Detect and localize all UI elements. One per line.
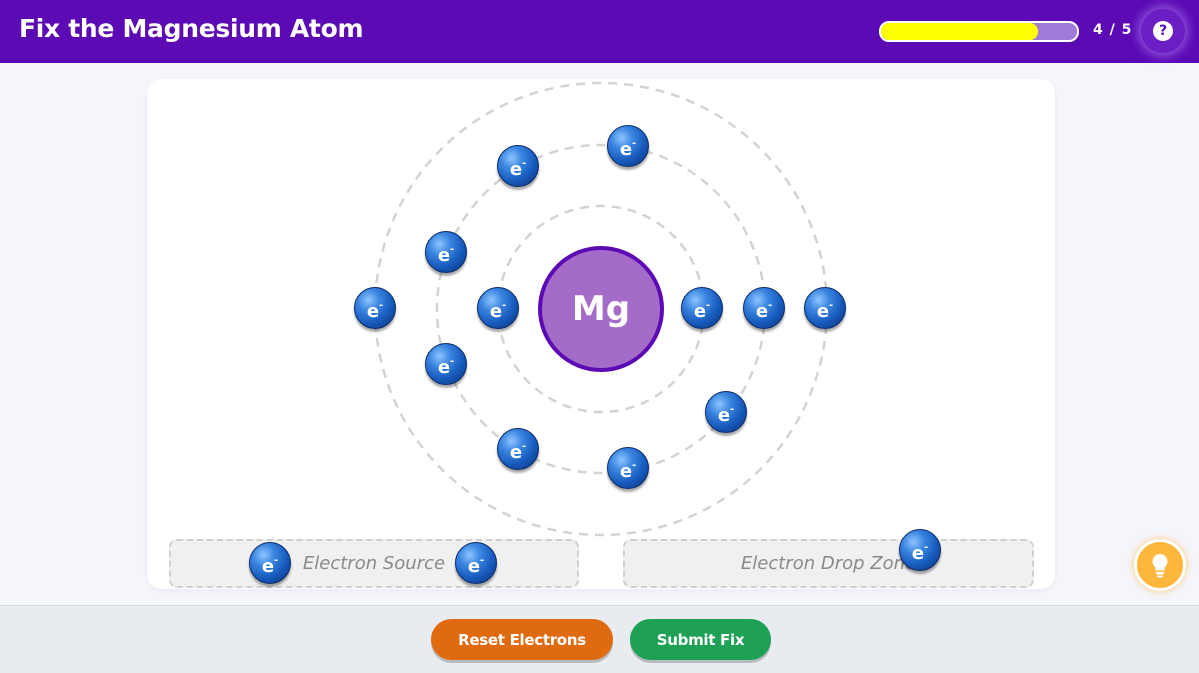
electron[interactable]: e- xyxy=(743,287,785,329)
electron[interactable]: e- xyxy=(607,447,649,489)
electron[interactable]: e- xyxy=(354,287,396,329)
electron[interactable]: e- xyxy=(607,125,649,167)
electron-drop-label: Electron Drop Zone xyxy=(740,553,917,574)
electron[interactable]: e- xyxy=(899,529,941,571)
electron-source-zone[interactable]: Electron Source xyxy=(169,539,579,588)
electron[interactable]: e- xyxy=(455,542,497,584)
electron[interactable]: e- xyxy=(705,391,747,433)
electron[interactable]: e- xyxy=(497,428,539,470)
nucleus: Mg xyxy=(538,246,664,372)
electron[interactable]: e- xyxy=(249,542,291,584)
submit-fix-button[interactable]: Submit Fix xyxy=(630,619,771,660)
electron-drop-zone[interactable]: Electron Drop Zone xyxy=(623,539,1034,588)
electron[interactable]: e- xyxy=(497,145,539,187)
electron[interactable]: e- xyxy=(681,287,723,329)
electron[interactable]: e- xyxy=(804,287,846,329)
electron[interactable]: e- xyxy=(425,343,467,385)
electron[interactable]: e- xyxy=(425,231,467,273)
hint-button[interactable] xyxy=(1134,539,1186,591)
electron[interactable]: e- xyxy=(477,287,519,329)
lightbulb-icon xyxy=(1152,554,1168,578)
reset-electrons-button[interactable]: Reset Electrons xyxy=(431,619,613,660)
electron-source-label: Electron Source xyxy=(302,553,446,574)
